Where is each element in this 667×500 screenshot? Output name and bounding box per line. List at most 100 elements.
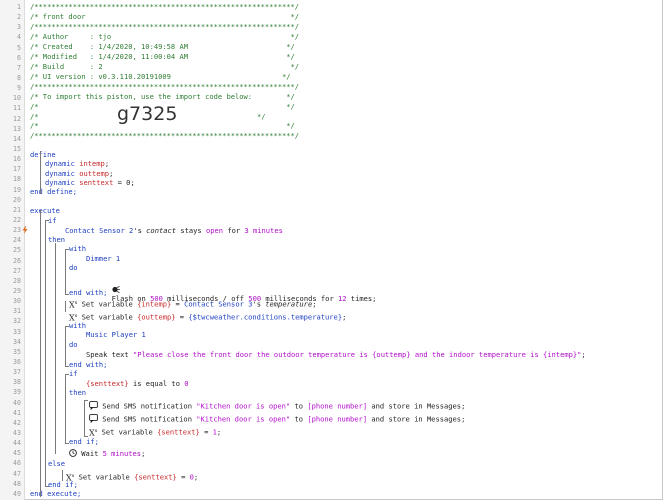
block-bracket bbox=[65, 326, 69, 327]
keyword-dynamic: dynamic bbox=[45, 159, 75, 168]
keyword-end-with[interactable]: end with; bbox=[69, 361, 107, 369]
comment-created: /* Created : 1/4/2020, 10:49:58 AM */ bbox=[30, 42, 295, 51]
text: Set variable bbox=[81, 312, 138, 322]
keyword-with[interactable]: with bbox=[69, 322, 86, 330]
device-music-player[interactable]: Music Player 1 bbox=[86, 331, 146, 339]
sms-message: "Kitchen door is open" bbox=[196, 414, 291, 424]
keyword-if[interactable]: if bbox=[48, 217, 57, 225]
variable-ref: {senttext} bbox=[157, 427, 200, 437]
variable-ref: {senttext} bbox=[86, 379, 129, 388]
variable-ref: {outtemp} bbox=[137, 312, 176, 322]
comment-modified: /* Modified : 1/4/2020, 11:00:04 AM */ bbox=[30, 52, 295, 61]
device-name: Contact Sensor 3 bbox=[184, 299, 253, 309]
set-variable-senttext[interactable]: Xs Set variable {senttext} = 1; bbox=[89, 427, 222, 437]
keyword-do[interactable]: do bbox=[69, 264, 78, 272]
number: 12 bbox=[337, 294, 347, 303]
semicolon: ; bbox=[104, 159, 110, 168]
keyword-dynamic: dynamic bbox=[45, 169, 75, 178]
comment-border: /***************************************… bbox=[30, 2, 300, 11]
keyword-then[interactable]: then bbox=[48, 236, 65, 244]
block-bracket bbox=[40, 210, 41, 497]
text: and store in Messages; bbox=[367, 414, 466, 424]
comment-border: /***************************************… bbox=[30, 22, 300, 31]
text: stays bbox=[176, 226, 206, 235]
text: for bbox=[223, 226, 245, 235]
text: Set variable bbox=[101, 427, 158, 437]
attribute-name: temperature bbox=[265, 299, 313, 309]
sms-statement[interactable]: Send SMS notification "Kitchen door is o… bbox=[89, 414, 466, 425]
variable-declaration[interactable]: dynamic senttext = 0; bbox=[45, 179, 135, 187]
block-bracket bbox=[65, 374, 66, 443]
speak-statement[interactable]: Speak text "Please close the front door … bbox=[86, 351, 586, 359]
set-variable-intemp[interactable]: Xs Set variable {intemp} = Contact Senso… bbox=[69, 299, 317, 309]
block-bracket bbox=[84, 400, 88, 401]
variable-declaration[interactable]: dynamic outtemp; bbox=[45, 170, 113, 178]
semicolon: ; bbox=[581, 350, 586, 359]
keyword-end-define[interactable]: end define; bbox=[30, 188, 77, 196]
phone-number: [phone number] bbox=[307, 401, 368, 411]
semicolon: ; bbox=[109, 169, 114, 178]
message-icon bbox=[89, 414, 98, 425]
keyword-do[interactable]: do bbox=[69, 341, 78, 349]
keyword-with[interactable]: with bbox=[69, 245, 86, 253]
text: 's bbox=[133, 226, 147, 235]
wait-statement[interactable]: Wait 5 minutes; bbox=[69, 449, 146, 458]
keyword-else[interactable]: else bbox=[48, 460, 65, 468]
semicolon: ; bbox=[312, 299, 317, 309]
keyword-end-with[interactable]: end with; bbox=[69, 289, 107, 297]
attribute-name: contact bbox=[146, 226, 177, 235]
var-name: outtemp bbox=[79, 169, 110, 178]
block-bracket bbox=[65, 366, 69, 367]
code-area: /***************************************… bbox=[0, 0, 663, 500]
speak-string: "Please close the front door the outdoor… bbox=[132, 350, 582, 359]
keyword-end-if[interactable]: end if; bbox=[48, 481, 78, 489]
block-bracket bbox=[65, 249, 66, 294]
condition-senttext[interactable]: {senttext} is equal to 0 bbox=[86, 380, 189, 388]
keyword-end-if[interactable]: end if; bbox=[69, 438, 99, 446]
wait-duration: 5 minutes bbox=[102, 449, 142, 458]
device-dimmer[interactable]: Dimmer 1 bbox=[86, 255, 120, 263]
phone-number: [phone number] bbox=[307, 414, 368, 424]
text: Set variable bbox=[81, 299, 138, 309]
text: to bbox=[290, 401, 308, 411]
keyword-if[interactable]: if bbox=[69, 370, 78, 378]
keyword-then[interactable]: then bbox=[69, 389, 86, 397]
keyword-define[interactable]: define bbox=[30, 151, 56, 159]
set-variable-outtemp[interactable]: Xs Set variable {outtemp} = {$twcweather… bbox=[69, 312, 346, 322]
trigger-lightning-icon bbox=[21, 226, 29, 234]
block-bracket bbox=[62, 470, 63, 481]
keyword-dynamic: dynamic bbox=[45, 178, 75, 187]
comment-ui-version: /* UI version : v0.3.110.20191009 */ bbox=[30, 72, 291, 81]
comment-border: /***************************************… bbox=[30, 82, 300, 91]
sms-message: "Kitchen door is open" bbox=[196, 401, 291, 411]
text: to bbox=[290, 414, 308, 424]
variable-ref: {intemp} bbox=[137, 299, 172, 309]
sms-statement[interactable]: Send SMS notification "Kitchen door is o… bbox=[89, 401, 465, 412]
block-bracket bbox=[45, 486, 49, 487]
semicolon: ; bbox=[216, 427, 222, 437]
text: Wait bbox=[81, 449, 103, 458]
block-bracket bbox=[45, 220, 46, 487]
block-bracket bbox=[65, 374, 69, 375]
semicolon: ; bbox=[141, 449, 146, 458]
comment-build: /* Build : 2 */ bbox=[30, 62, 300, 71]
block-bracket bbox=[84, 436, 88, 437]
variable-ref: {senttext} bbox=[134, 472, 177, 482]
var-name: intemp bbox=[79, 159, 105, 168]
condition-contact[interactable]: Contact Sensor 2's contact stays open fo… bbox=[65, 227, 283, 235]
comment-border: /***************************************… bbox=[30, 131, 300, 140]
message-icon bbox=[89, 401, 98, 412]
comment-author: /* Author : tjo */ bbox=[30, 32, 300, 41]
variable-declaration[interactable]: dynamic intemp; bbox=[45, 160, 109, 168]
keyword-end-execute[interactable]: end execute; bbox=[30, 490, 81, 498]
semicolon: ; bbox=[193, 472, 199, 482]
keyword-execute[interactable]: execute bbox=[30, 207, 60, 215]
value: open bbox=[205, 226, 224, 235]
block-bracket bbox=[40, 151, 41, 194]
comment-code-prefix: /* bbox=[30, 112, 39, 121]
text: = bbox=[171, 299, 185, 309]
flash-statement[interactable]: Flash on 500 milliseconds / off 500 mill… bbox=[86, 278, 376, 303]
text: Set variable bbox=[78, 472, 135, 482]
set-variable-senttext-else[interactable]: Xs Set variable {senttext} = 0; bbox=[66, 472, 199, 482]
piston-code-editor[interactable]: 1 2 3 4 5 6 7 8 9 10 11 12 13 14 15 16 17 18 19 20 21 22 23 24 2… bbox=[0, 0, 663, 500]
